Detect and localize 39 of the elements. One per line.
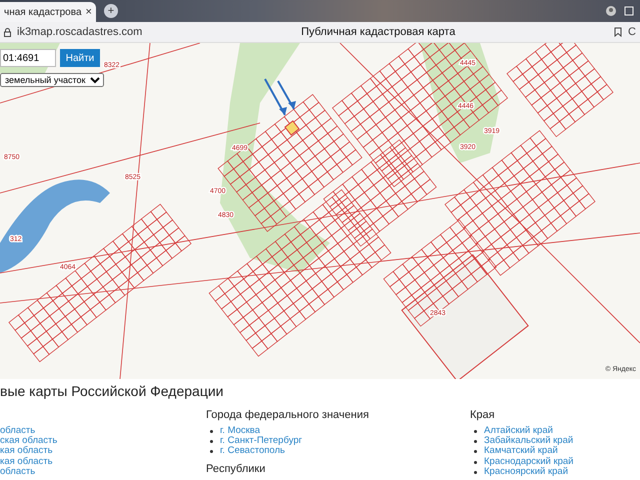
region-link[interactable]: Алтайский край [484,425,553,436]
tab-title: чная кадастрова [4,6,82,18]
region-link[interactable]: область [0,425,36,436]
bullet-icon [210,450,213,454]
page-title: Публичная кадастровая карта [300,26,456,38]
column-heading: Республики [206,462,266,477]
region-link[interactable]: г. Санкт-Петербург [220,435,302,446]
profile-icon[interactable] [606,6,616,16]
new-tab-button[interactable]: + [104,4,118,18]
window-icon[interactable] [624,6,634,16]
find-button[interactable]: Найти [60,49,100,67]
region-link[interactable]: г. Севастополь [220,445,285,456]
bullet-icon [474,450,477,454]
url-text[interactable]: ik3map.roscadastres.com [17,26,142,38]
column-heading: Города федерального значения [206,409,370,423]
region-link[interactable]: кая область [0,456,53,467]
side-label[interactable]: С [628,26,636,38]
bullet-icon [474,440,477,444]
region-link[interactable]: Краснодарский край [484,456,574,467]
close-icon[interactable]: × [86,6,92,18]
region-link[interactable]: кая область [0,445,53,456]
bullet-icon [210,440,213,444]
bookmark-icon[interactable] [614,27,622,37]
bullet-icon [474,470,477,474]
cadastral-number-field[interactable]: 01:4691 [0,49,56,67]
bullet-icon [474,460,477,464]
column-heading: Края [470,409,496,423]
bullet-icon [210,430,213,433]
browser-tab[interactable]: чная кадастрова × [0,2,96,22]
object-type-select[interactable]: земельный участок [0,73,104,87]
lock-icon [4,28,11,36]
bullet-icon [474,430,477,433]
region-link[interactable]: Красноярский край [484,466,568,477]
region-link[interactable]: Забайкальский край [484,435,574,446]
region-link[interactable]: область [0,466,36,477]
region-link[interactable]: г. Москва [220,425,260,436]
section-heading: вые карты Российской Федерации [0,383,224,399]
region-link[interactable]: Камчатский край [484,445,558,456]
region-link[interactable]: ская область [0,435,58,446]
